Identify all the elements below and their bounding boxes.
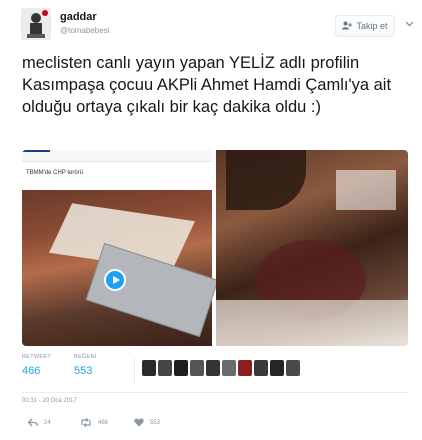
liker-avatar[interactable]: [142, 360, 156, 376]
reply-count: 24: [44, 419, 51, 426]
play-button[interactable]: [104, 269, 126, 291]
photo-highlight: [336, 170, 396, 210]
retweet-stat[interactable]: RETWEET 466: [22, 354, 51, 377]
photo-light-area: [216, 300, 408, 346]
likes-stat[interactable]: BEĞENİ 553: [74, 354, 97, 377]
person-add-icon: [342, 21, 353, 32]
heart-icon: [134, 418, 144, 427]
liker-avatar[interactable]: [190, 360, 204, 376]
retweet-action-count: 466: [98, 419, 109, 426]
liker-avatar[interactable]: [206, 360, 220, 376]
video-top-mark: [22, 150, 50, 152]
tweet-text: meclisten canlı yayın yapan YELİZ adlı p…: [22, 54, 392, 116]
liker-avatar[interactable]: [238, 360, 252, 376]
likes-stat-label: BEĞENİ: [74, 354, 97, 360]
retweet-button[interactable]: 466: [80, 418, 108, 427]
like-button[interactable]: 553: [134, 418, 160, 427]
video-top-bar: [22, 150, 212, 162]
liker-avatar[interactable]: [254, 360, 268, 376]
tweet-stats: RETWEET 466 BEĞENİ 553: [22, 354, 408, 388]
reply-button[interactable]: 24: [28, 418, 51, 427]
video-caption: TBMM'de CHP terörü: [26, 170, 84, 176]
liker-avatar[interactable]: [286, 360, 300, 376]
avatar[interactable]: [21, 8, 51, 40]
play-icon: [112, 276, 120, 284]
chevron-down-icon[interactable]: [405, 19, 414, 29]
retweet-stat-label: RETWEET: [22, 354, 51, 360]
retweet-icon: [80, 418, 92, 427]
stats-divider: [134, 358, 135, 384]
liker-avatar[interactable]: [174, 360, 188, 376]
display-name[interactable]: gaddar: [60, 11, 97, 23]
photo-thumbnail[interactable]: [216, 150, 408, 346]
likes-stat-value: 553: [74, 365, 93, 377]
follow-label: Takip et: [356, 21, 388, 31]
tweet-header: gaddar @tomabebesi Takip et: [0, 0, 422, 50]
liker-avatar[interactable]: [270, 360, 284, 376]
tweet-timestamp[interactable]: 00:31 - 20 Oca 2017: [22, 398, 77, 404]
follow-button[interactable]: Takip et: [335, 15, 395, 37]
tweet-actions: 24 466 553: [22, 416, 408, 432]
user-handle[interactable]: @tomabebesi: [60, 26, 109, 35]
liker-avatars: [142, 360, 300, 376]
retweet-stat-value: 466: [22, 365, 41, 377]
reply-icon: [28, 418, 38, 427]
liker-avatar[interactable]: [158, 360, 172, 376]
divider: [22, 392, 408, 393]
like-count: 553: [150, 419, 161, 426]
photo-shadow: [226, 150, 306, 210]
video-thumbnail[interactable]: TBMM'de CHP terörü: [22, 150, 219, 346]
video-frame: [22, 190, 219, 346]
liker-avatar[interactable]: [222, 360, 236, 376]
media-container: TBMM'de CHP terörü: [22, 150, 408, 346]
